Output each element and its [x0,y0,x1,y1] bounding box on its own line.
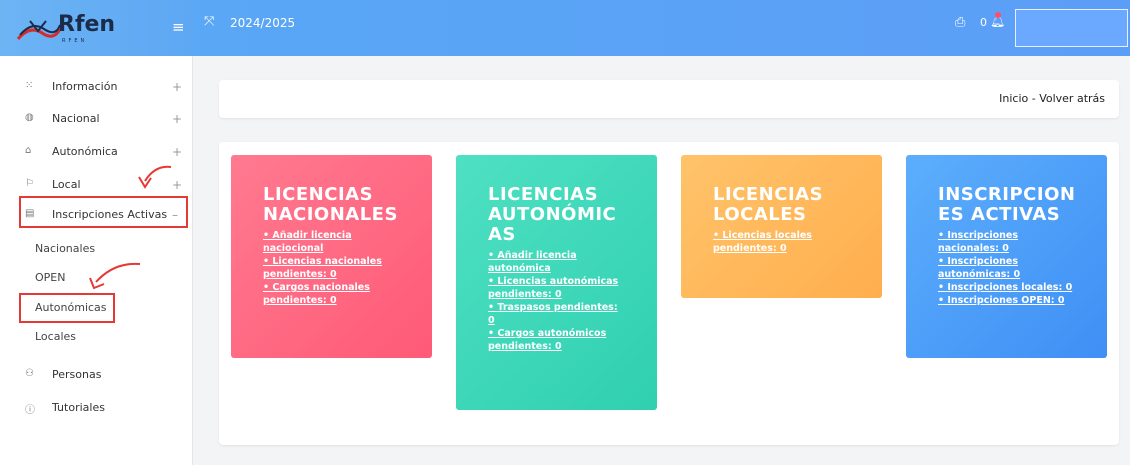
breadcrumb-card: Inicio - Volver atrás [219,80,1119,118]
subitem-locales[interactable]: Locales [35,330,76,343]
tile-link[interactable]: • Inscripciones [938,229,1081,242]
expand-icon[interactable]: + [172,178,182,192]
sidebar-item-nacional[interactable]: ◍ Nacional + [0,106,193,134]
logo-text: Rfen [58,12,116,37]
season-label: 2024/2025 [230,16,296,30]
sidebar-item-label: Autonómica [52,145,118,158]
subitem-open[interactable]: OPEN [35,271,65,284]
subitem-nacionales[interactable]: Nacionales [35,242,95,255]
tile-link[interactable]: pendientes: 0 [713,242,856,255]
hamburger-icon[interactable]: ≡ [172,18,185,36]
annotation-arrow-icon [89,262,141,290]
tile-link[interactable]: • Inscripciones OPEN: 0 [938,294,1081,307]
tile-licencias-nacionales: LICENCIAS NACIONALES • Añadir licencia n… [231,155,432,358]
tile-link[interactable]: • Traspasos pendientes: [488,301,631,314]
tile-link[interactable]: pendientes: 0 [488,340,631,353]
annotation-arrow-icon [138,165,172,189]
home-icon: ⌂ [25,145,32,156]
logo-wave-icon [16,20,62,41]
tile-link[interactable]: autonómica [488,262,631,275]
expand-icon[interactable]: + [172,80,182,94]
breadcrumb[interactable]: Inicio - Volver atrás [999,92,1105,105]
info-icon: ⓘ [25,405,35,416]
tile-title: LICENCIAS AUTONÓMIC AS [488,184,617,245]
tile-link[interactable]: • Licencias autonómicas [488,275,631,288]
tile-link[interactable]: • Licencias nacionales [263,255,406,268]
tile-link[interactable]: • Añadir licencia [263,229,406,242]
tile-link[interactable]: • Inscripciones locales: 0 [938,281,1081,294]
grid-icon: ⁙ [25,80,34,91]
tile-licencias-locales: LICENCIAS LOCALES • Licencias locales pe… [681,155,882,298]
tile-link[interactable]: • Licencias locales [713,229,856,242]
tile-licencias-autonomicas: LICENCIAS AUTONÓMIC AS • Añadir licencia… [456,155,657,410]
tile-link[interactable]: pendientes: 0 [488,288,631,301]
user-menu[interactable] [1015,9,1128,47]
sidebar-item-label: Personas [52,368,102,381]
tile-link[interactable]: autonómicas: 0 [938,268,1081,281]
tile-link[interactable]: nacionales: 0 [938,242,1081,255]
globe-icon: ◍ [25,112,34,123]
sidebar-item-label: Información [52,80,118,93]
highlight-box [19,293,115,323]
tile-title: INSCRIPCION ES ACTIVAS [938,184,1076,225]
logo-area[interactable]: Rfen RFEN [0,0,193,56]
tile-link[interactable]: • Cargos autonómicos [488,327,631,340]
notification-count: 0 [980,16,987,29]
expand-icon[interactable]: + [172,145,182,159]
sidebar-item-tutoriales[interactable]: ⓘ Tutoriales [0,395,193,423]
notification-dot [995,12,1001,18]
logo-subtitle: RFEN [62,38,88,44]
sidebar-item-personas[interactable]: ⚇ Personas [0,362,193,390]
fullscreen-icon[interactable]: ⤧ [204,14,214,29]
flag-icon: ⚐ [25,178,34,189]
tile-link[interactable]: • Añadir licencia [488,249,631,262]
printer-icon[interactable]: ⎙ [955,15,965,30]
sidebar-item-label: Nacional [52,112,100,125]
sidebar-item-informacion[interactable]: ⁙ Información + [0,74,193,102]
tile-link[interactable]: pendientes: 0 [263,294,406,307]
tile-title: LICENCIAS LOCALES [713,184,824,225]
tile-title: LICENCIAS NACIONALES [263,184,398,225]
tile-inscripciones-activas: INSCRIPCION ES ACTIVAS • Inscripciones n… [906,155,1107,358]
sidebar-item-label: Tutoriales [52,401,105,414]
expand-icon[interactable]: + [172,112,182,126]
highlight-box [19,196,188,228]
tile-link[interactable]: pendientes: 0 [263,268,406,281]
tile-link[interactable]: • Cargos nacionales [263,281,406,294]
tile-link[interactable]: naciocional [263,242,406,255]
people-icon: ⚇ [25,368,34,379]
sidebar-item-label: Local [52,178,81,191]
tile-link[interactable]: 0 [488,314,631,327]
tile-link[interactable]: • Inscripciones [938,255,1081,268]
